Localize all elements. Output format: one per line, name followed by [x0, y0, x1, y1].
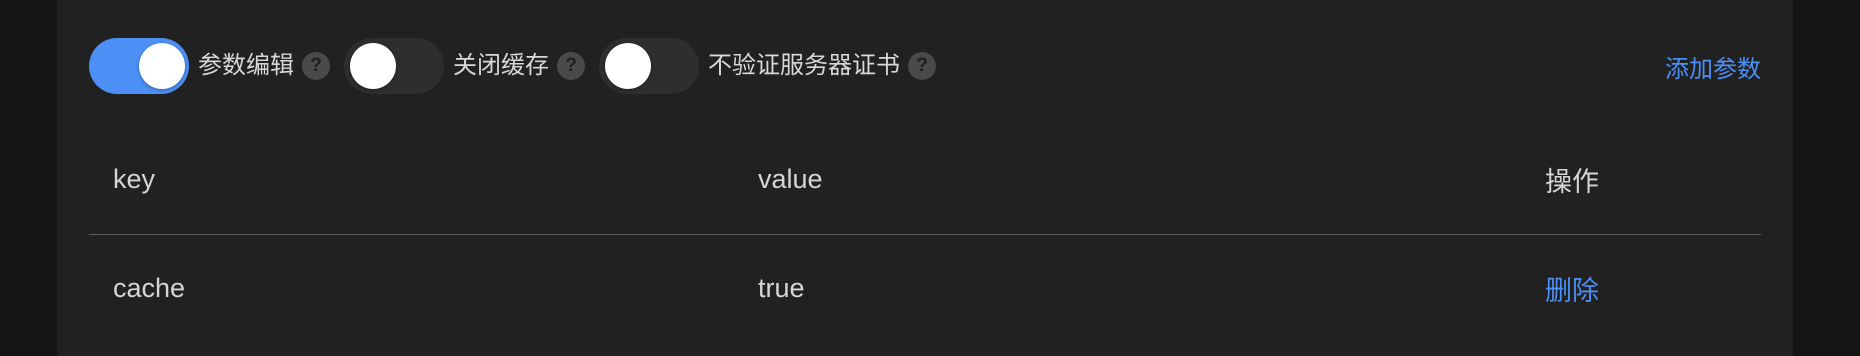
cell-value: true — [758, 273, 805, 303]
column-header-action: 操作 — [1545, 167, 1599, 197]
params-panel: 参数编辑 ? 关闭缓存 ? 不验证服务器证书 ? 添加参数 key value … — [57, 0, 1793, 356]
table-header: key value 操作 — [89, 125, 1761, 235]
toggle-disable-cache: 关闭缓存 ? — [344, 38, 585, 94]
skip-cert-verify-label: 不验证服务器证书 — [708, 52, 900, 79]
table-row: cache true 删除 — [89, 235, 1761, 342]
column-header-key: key — [113, 164, 156, 194]
disable-cache-label: 关闭缓存 — [453, 52, 549, 79]
column-header-value: value — [758, 164, 823, 194]
switch-knob — [139, 43, 185, 89]
add-param-link[interactable]: 添加参数 — [1665, 49, 1761, 84]
toggle-skip-cert-verify: 不验证服务器证书 ? — [599, 38, 936, 94]
params-table: key value 操作 cache true 删除 — [89, 125, 1761, 342]
question-circle-icon[interactable]: ? — [557, 52, 585, 80]
disable-cache-switch[interactable] — [344, 38, 444, 94]
param-edit-switch[interactable] — [89, 38, 189, 94]
skip-cert-verify-switch[interactable] — [599, 38, 699, 94]
question-circle-icon[interactable]: ? — [908, 52, 936, 80]
switch-knob — [605, 43, 651, 89]
params-toolbar: 参数编辑 ? 关闭缓存 ? 不验证服务器证书 ? 添加参数 — [89, 38, 1761, 94]
cell-key: cache — [113, 273, 186, 303]
toggle-param-edit: 参数编辑 ? — [89, 38, 330, 94]
question-circle-icon[interactable]: ? — [302, 52, 330, 80]
switch-knob — [350, 43, 396, 89]
cell-action: 删除 — [1545, 269, 1761, 308]
delete-row-link[interactable]: 删除 — [1545, 276, 1599, 306]
param-edit-label: 参数编辑 — [198, 52, 294, 79]
